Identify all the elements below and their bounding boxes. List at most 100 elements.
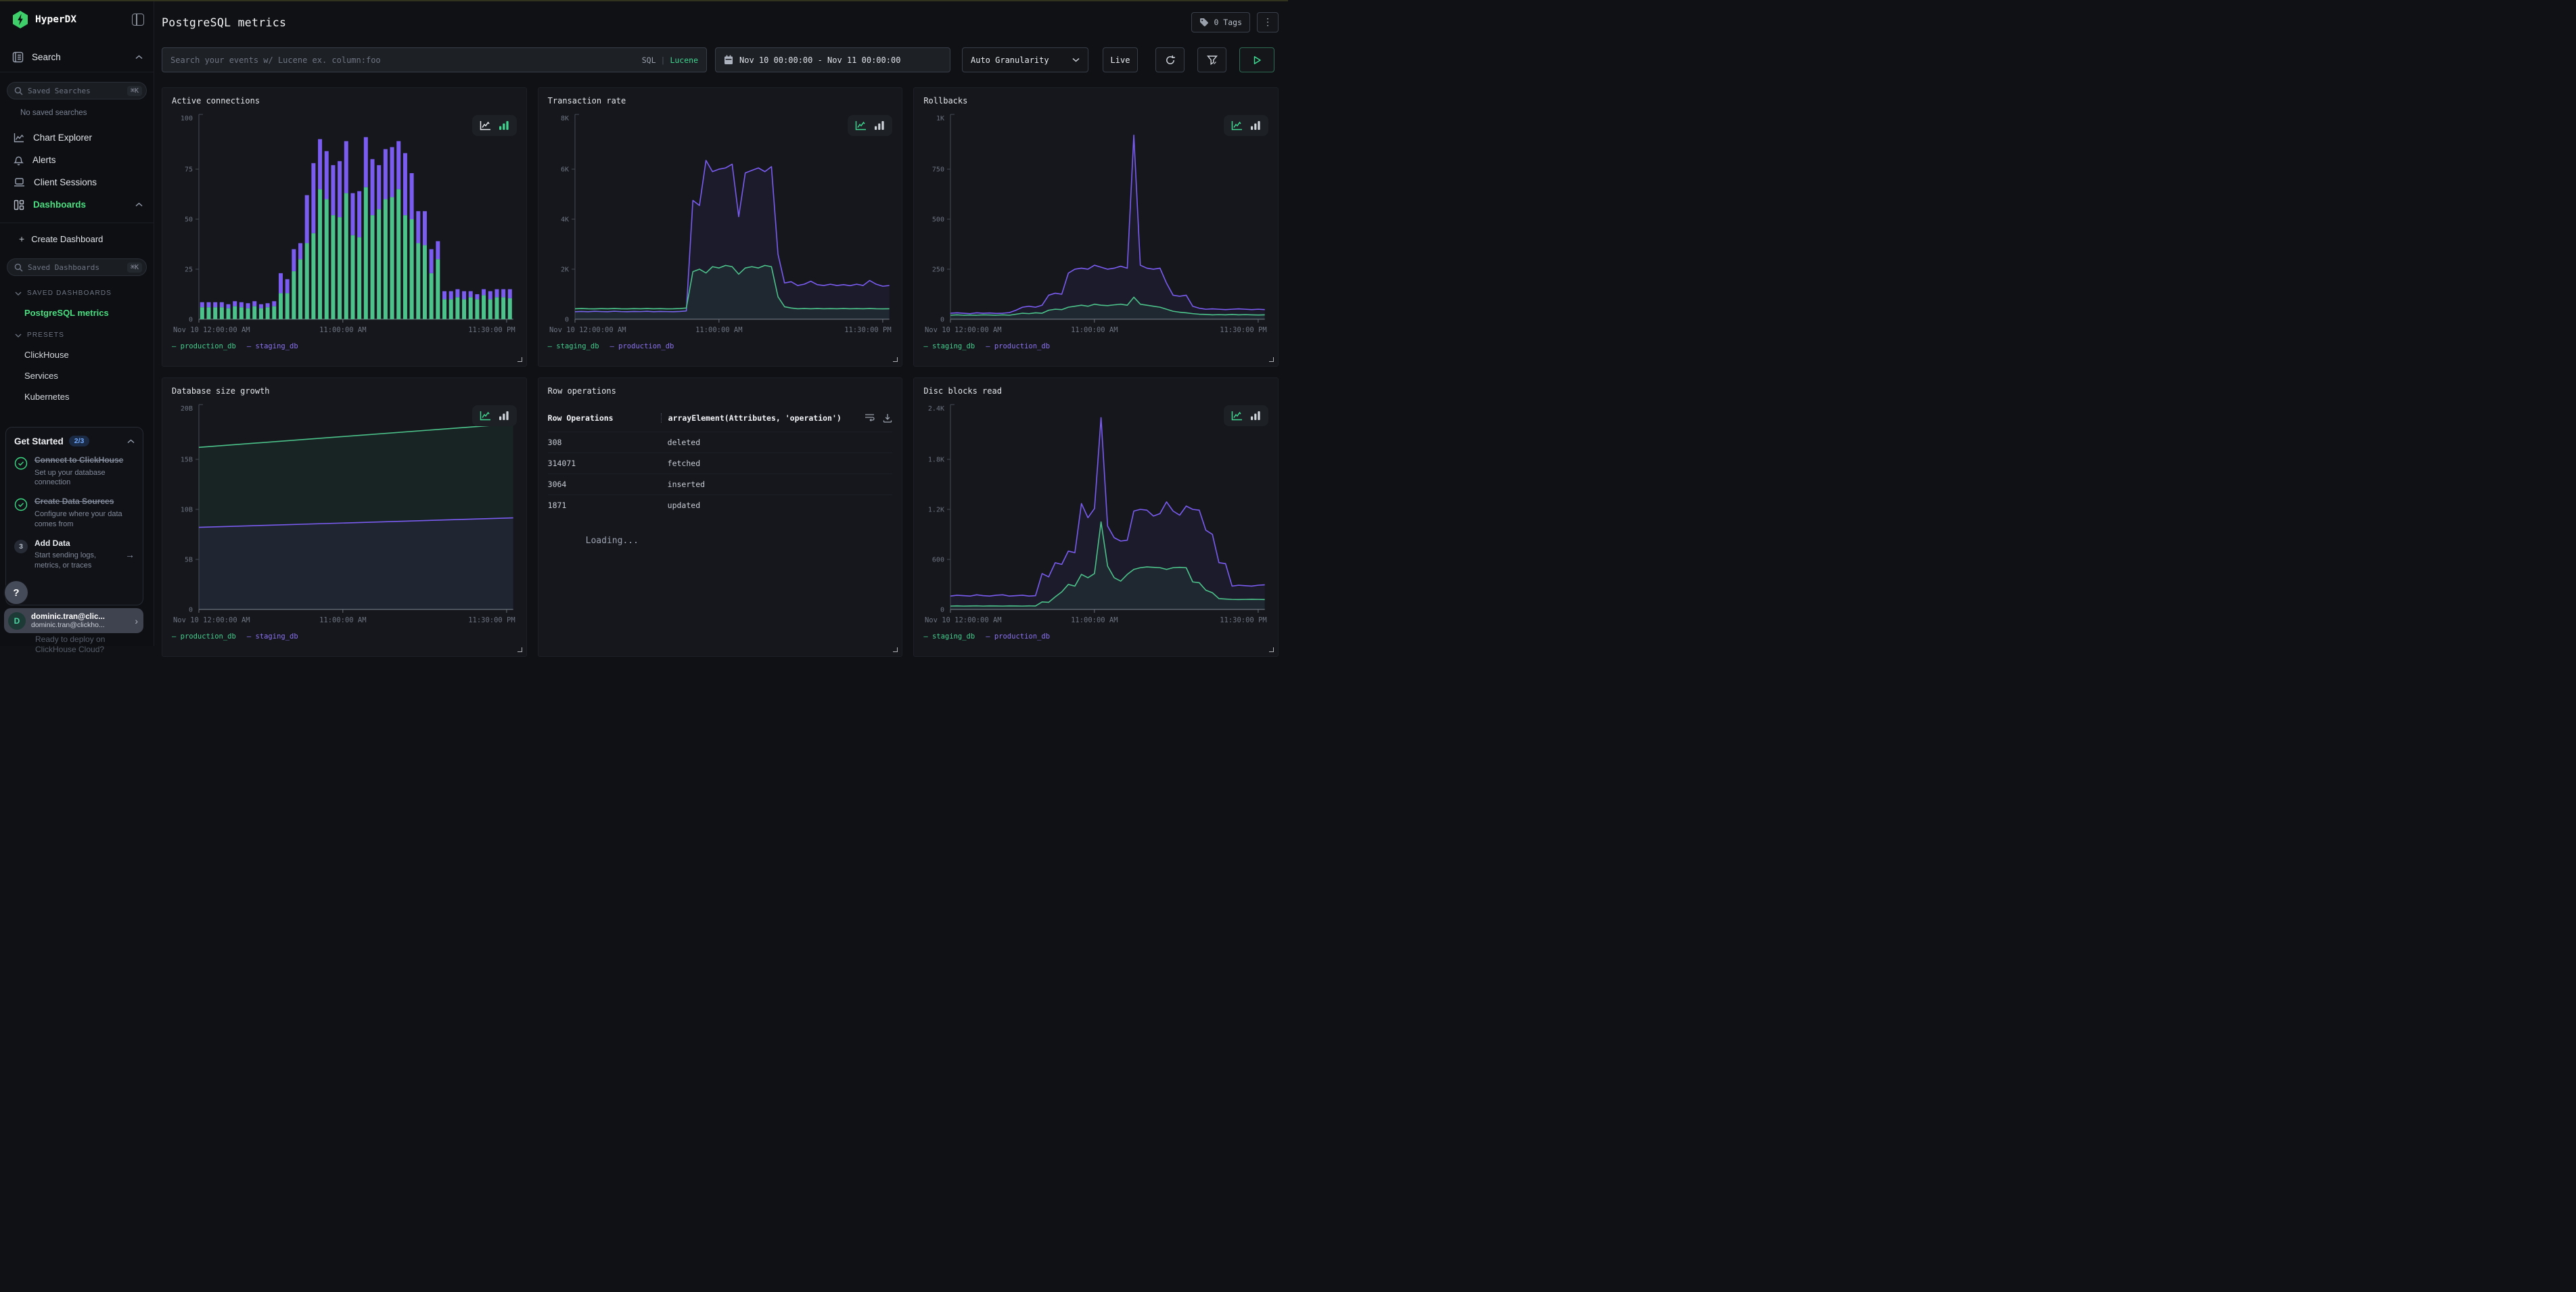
resize-handle[interactable]: [893, 647, 898, 652]
dashboard-menu-button[interactable]: ⋮: [1257, 12, 1279, 32]
get-started-item-add-data[interactable]: 3 Add Data Start sending logs, metrics, …: [14, 538, 135, 571]
event-search-field[interactable]: [170, 55, 637, 65]
sidebar-item-services[interactable]: Services: [24, 371, 154, 381]
chart-type-toggle[interactable]: [848, 115, 892, 136]
sidebar-item-client-sessions[interactable]: Client Sessions: [0, 171, 154, 193]
svg-text:1.2K: 1.2K: [928, 507, 944, 514]
wrap-text-icon[interactable]: [865, 413, 875, 422]
chart-canvas[interactable]: 05B10B15B20BNov 10 12:00:00 AM11:00:00 A…: [172, 398, 517, 631]
group-label: SAVED DASHBOARDS: [27, 290, 112, 297]
bar-chart-icon[interactable]: [499, 411, 509, 421]
onboarding-hidden-text: Ready to deploy on: [35, 635, 105, 644]
resize-handle[interactable]: [518, 647, 522, 652]
sidebar-item-chart-explorer[interactable]: Chart Explorer: [0, 126, 154, 149]
chart-type-toggle[interactable]: [472, 115, 517, 136]
filter-icon: [1207, 55, 1218, 66]
line-chart-icon[interactable]: [480, 411, 491, 421]
chart-type-toggle[interactable]: [1224, 115, 1268, 136]
calendar-icon: [724, 55, 733, 65]
sidebar-collapse-icon[interactable]: [132, 14, 144, 26]
legend-item[interactable]: — production_db: [986, 342, 1050, 350]
legend-item[interactable]: — staging_db: [247, 632, 298, 641]
legend-item[interactable]: — production_db: [172, 342, 236, 350]
legend-item[interactable]: — staging_db: [247, 342, 298, 350]
line-chart-icon[interactable]: [855, 120, 867, 131]
sidebar-item-kubernetes[interactable]: Kubernetes: [24, 392, 154, 402]
saved-searches-field[interactable]: [28, 87, 127, 95]
run-query-button[interactable]: [1239, 47, 1274, 72]
step-desc: Start sending logs, metrics, or traces: [34, 551, 122, 571]
chart-type-toggle[interactable]: [472, 405, 517, 426]
no-saved-searches-note: No saved searches: [20, 109, 154, 117]
chart-card-row-operations: Row operations Row Operations arrayEleme…: [538, 377, 903, 657]
sidebar-item-label: Search: [32, 52, 135, 62]
tag-icon: [1199, 18, 1209, 27]
sql-toggle[interactable]: SQL: [642, 55, 656, 65]
saved-dashboards-group-header[interactable]: SAVED DASHBOARDS: [15, 290, 154, 297]
legend-item[interactable]: — staging_db: [923, 632, 975, 641]
create-dashboard-button[interactable]: + Create Dashboard: [0, 229, 154, 249]
sidebar-item-clickhouse[interactable]: ClickHouse: [24, 350, 154, 360]
get-started-header[interactable]: Get Started 2/3: [14, 436, 135, 446]
event-search-input[interactable]: SQL | Lucene: [162, 47, 707, 72]
refresh-button[interactable]: [1155, 47, 1184, 72]
chart-canvas[interactable]: 02K4K6K8KNov 10 12:00:00 AM11:00:00 AM11…: [548, 108, 893, 341]
sidebar-item-postgresql-metrics[interactable]: PostgreSQL metrics: [24, 308, 154, 318]
refresh-icon: [1165, 55, 1176, 66]
sidebar-item-dashboards[interactable]: Dashboards: [0, 193, 154, 216]
query-language-toggle[interactable]: SQL | Lucene: [642, 55, 698, 65]
live-button[interactable]: Live: [1103, 47, 1138, 72]
page-title: PostgreSQL metrics: [162, 16, 1191, 29]
chart-canvas[interactable]: 02505007501KNov 10 12:00:00 AM11:00:00 A…: [923, 108, 1268, 341]
sidebar-item-search[interactable]: Search: [0, 49, 154, 65]
chart-type-toggle[interactable]: [1224, 405, 1268, 426]
line-chart-icon[interactable]: [480, 120, 491, 131]
saved-searches-input[interactable]: ⌘K: [7, 82, 147, 99]
svg-text:Nov 10 12:00:00 AM: Nov 10 12:00:00 AM: [925, 616, 1002, 624]
get-started-item-connect[interactable]: Connect to ClickHouse Set up your databa…: [14, 455, 135, 488]
line-chart-icon[interactable]: [1231, 120, 1243, 131]
bar-chart-icon[interactable]: [874, 120, 885, 131]
cell-value: 3064: [548, 480, 661, 489]
resize-handle[interactable]: [1269, 647, 1274, 652]
saved-dashboards-field[interactable]: [28, 263, 127, 272]
resize-handle[interactable]: [893, 357, 898, 362]
legend-item[interactable]: — production_db: [172, 632, 236, 641]
search-icon: [14, 263, 23, 272]
presets-group-header[interactable]: PRESETS: [15, 331, 154, 339]
sidebar-item-alerts[interactable]: Alerts: [0, 149, 154, 171]
download-icon[interactable]: [883, 413, 892, 423]
filter-button[interactable]: [1197, 47, 1226, 72]
hyperdx-logo-icon[interactable]: [12, 11, 28, 28]
chart-canvas[interactable]: 0255075100Nov 10 12:00:00 AM11:00:00 AM1…: [172, 108, 517, 341]
line-chart-icon[interactable]: [1231, 411, 1243, 421]
resize-handle[interactable]: [1269, 357, 1274, 362]
legend-item[interactable]: — production_db: [986, 632, 1050, 641]
bar-chart-icon[interactable]: [1250, 411, 1261, 421]
legend-item[interactable]: — production_db: [610, 342, 674, 350]
app-name[interactable]: HyperDX: [35, 14, 132, 25]
get-started-title: Get Started: [14, 436, 64, 446]
chart-legend: — staging_db — production_db: [548, 342, 893, 350]
user-menu[interactable]: D dominic.tran@clic... dominic.tran@clic…: [4, 608, 143, 633]
svg-text:2.4K: 2.4K: [928, 405, 944, 413]
get-started-item-sources[interactable]: Create Data Sources Configure where your…: [14, 497, 135, 529]
tags-button[interactable]: 0 Tags: [1191, 12, 1250, 32]
lucene-toggle[interactable]: Lucene: [670, 55, 698, 65]
chart-title: Transaction rate: [548, 96, 893, 106]
bar-chart-icon[interactable]: [1250, 120, 1261, 131]
date-range-picker[interactable]: Nov 10 00:00:00 - Nov 11 00:00:00: [715, 47, 950, 72]
help-button[interactable]: ?: [5, 581, 28, 604]
legend-item[interactable]: — staging_db: [923, 342, 975, 350]
legend-item[interactable]: — staging_db: [548, 342, 599, 350]
saved-dashboards-input[interactable]: ⌘K: [7, 258, 147, 276]
chart-canvas[interactable]: 06001.2K1.8K2.4KNov 10 12:00:00 AM11:00:…: [923, 398, 1268, 631]
date-range-label: Nov 10 00:00:00 - Nov 11 00:00:00: [739, 55, 900, 65]
search-icon: [14, 87, 23, 95]
resize-handle[interactable]: [518, 357, 522, 362]
svg-text:250: 250: [932, 266, 944, 273]
chart-legend: — production_db — staging_db: [172, 632, 517, 641]
granularity-select[interactable]: Auto Granularity: [962, 47, 1088, 72]
bar-chart-icon[interactable]: [499, 120, 509, 131]
laptop-icon: [14, 177, 25, 187]
